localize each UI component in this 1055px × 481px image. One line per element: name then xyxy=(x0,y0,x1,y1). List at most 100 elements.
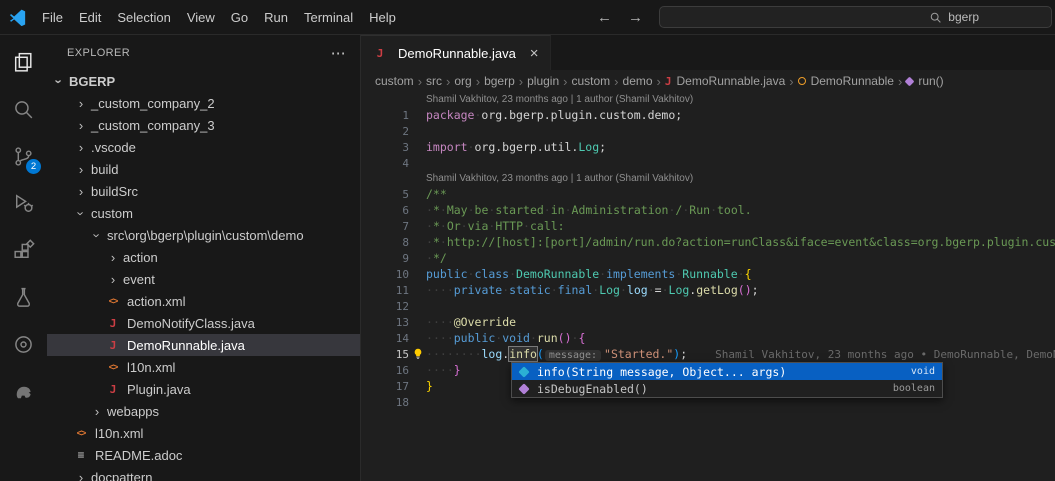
menu-go[interactable]: Go xyxy=(223,10,256,25)
activity-gradle[interactable] xyxy=(0,368,47,415)
chevron-right-icon[interactable]: › xyxy=(73,162,89,177)
more-actions-icon[interactable]: ⋯ xyxy=(331,44,346,62)
line-number[interactable]: 4 xyxy=(361,157,409,170)
explorer-item[interactable]: ›event xyxy=(47,268,360,290)
code-line[interactable]: 6·*·May·be·started·in·Administration·/·R… xyxy=(361,202,1055,218)
chevron-right-icon[interactable]: › xyxy=(105,250,121,265)
chevron-right-icon[interactable]: › xyxy=(73,96,89,111)
code-line[interactable]: 14····public·void·run()·{ xyxy=(361,330,1055,346)
back-arrow-icon[interactable]: ← xyxy=(597,9,612,26)
line-number[interactable]: 1 xyxy=(361,109,409,122)
code-editor[interactable]: Shamil Vakhitov, 23 months ago | 1 autho… xyxy=(361,92,1055,481)
code-line[interactable]: 5/** xyxy=(361,186,1055,202)
line-number[interactable]: 9 xyxy=(361,252,409,265)
breadcrumb-item[interactable]: custom xyxy=(375,74,414,88)
breadcrumb-item[interactable]: bgerp xyxy=(484,74,515,88)
line-number[interactable]: 18 xyxy=(361,396,409,409)
line-number[interactable]: 10 xyxy=(361,268,409,281)
line-number[interactable]: 8 xyxy=(361,236,409,249)
code-line[interactable]: 3import·org.bgerp.util.Log; xyxy=(361,139,1055,155)
codelens-annotation[interactable]: Shamil Vakhitov, 23 months ago | 1 autho… xyxy=(361,92,1055,107)
breadcrumb-item[interactable]: org xyxy=(454,74,471,88)
menu-terminal[interactable]: Terminal xyxy=(296,10,361,25)
code-line[interactable]: 8·*·http://[host]:[port]/admin/run.do?ac… xyxy=(361,234,1055,250)
code-line[interactable]: 4 xyxy=(361,155,1055,171)
line-number[interactable]: 6 xyxy=(361,204,409,217)
breadcrumb-item[interactable]: DemoRunnable xyxy=(798,74,894,88)
title-search-input[interactable]: bgerp xyxy=(659,6,1052,28)
breadcrumb-item[interactable]: JDemoRunnable.java xyxy=(665,74,785,88)
explorer-item[interactable]: ≡README.adoc xyxy=(47,444,360,466)
chevron-down-icon[interactable]: › xyxy=(52,73,67,89)
explorer-item[interactable]: <>action.xml xyxy=(47,290,360,312)
line-number[interactable]: 7 xyxy=(361,220,409,233)
menu-file[interactable]: File xyxy=(34,10,71,25)
code-line[interactable]: 7·*·Or·via·HTTP·call: xyxy=(361,218,1055,234)
code-line[interactable]: 9·*/ xyxy=(361,250,1055,266)
explorer-item[interactable]: ›custom xyxy=(47,202,360,224)
explorer-item[interactable]: JDemoNotifyClass.java xyxy=(47,312,360,334)
menu-edit[interactable]: Edit xyxy=(71,10,109,25)
menu-run[interactable]: Run xyxy=(256,10,296,25)
menu-help[interactable]: Help xyxy=(361,10,404,25)
line-number[interactable]: 16 xyxy=(361,364,409,377)
breadcrumb-item[interactable]: plugin xyxy=(527,74,559,88)
activity-search[interactable] xyxy=(0,86,47,133)
explorer-item[interactable]: ›_custom_company_3 xyxy=(47,114,360,136)
chevron-right-icon[interactable]: › xyxy=(73,184,89,199)
breadcrumb-item[interactable]: src xyxy=(426,74,442,88)
chevron-right-icon[interactable]: › xyxy=(89,404,105,419)
activity-explorer[interactable] xyxy=(0,39,47,86)
codelens-annotation[interactable]: Shamil Vakhitov, 23 months ago | 1 autho… xyxy=(361,171,1055,186)
code-line[interactable]: 13····@Override xyxy=(361,314,1055,330)
forward-arrow-icon[interactable]: → xyxy=(628,9,643,26)
explorer-item[interactable]: ›src\org\bgerp\plugin\custom\demo xyxy=(47,224,360,246)
code-line[interactable]: 15········log.info(message:"Started.");S… xyxy=(361,346,1055,362)
line-number[interactable]: 12 xyxy=(361,300,409,313)
activity-extensions[interactable] xyxy=(0,227,47,274)
close-tab-icon[interactable]: × xyxy=(530,45,539,62)
explorer-item[interactable]: JDemoRunnable.java xyxy=(47,334,360,356)
chevron-down-icon[interactable]: › xyxy=(74,205,89,221)
line-number[interactable]: 5 xyxy=(361,188,409,201)
code-line[interactable]: 10public·class·DemoRunnable·implements·R… xyxy=(361,266,1055,282)
line-number[interactable]: 14 xyxy=(361,332,409,345)
lightbulb-icon[interactable] xyxy=(412,348,424,360)
tab-demorunnable[interactable]: J DemoRunnable.java × xyxy=(361,35,551,70)
chevron-right-icon[interactable]: › xyxy=(73,140,89,155)
code-line[interactable]: 12 xyxy=(361,298,1055,314)
line-number[interactable]: 3 xyxy=(361,141,409,154)
suggest-item[interactable]: isDebugEnabled()boolean xyxy=(512,380,942,397)
activity-source-control[interactable]: 2 xyxy=(0,133,47,180)
explorer-root[interactable]: ›BGERP xyxy=(47,70,360,92)
chevron-right-icon[interactable]: › xyxy=(73,118,89,133)
line-number[interactable]: 2 xyxy=(361,125,409,138)
chevron-down-icon[interactable]: › xyxy=(90,227,105,243)
explorer-item[interactable]: ›buildSrc xyxy=(47,180,360,202)
explorer-item[interactable]: ›action xyxy=(47,246,360,268)
activity-testing[interactable] xyxy=(0,274,47,321)
code-line[interactable]: 11····private·static·final·Log·log·=·Log… xyxy=(361,282,1055,298)
suggest-item[interactable]: info(String message, Object... args)void xyxy=(512,363,942,380)
code-line[interactable]: 1package·org.bgerp.plugin.custom.demo; xyxy=(361,107,1055,123)
breadcrumb-item[interactable]: custom xyxy=(571,74,610,88)
breadcrumb-item[interactable]: demo xyxy=(623,74,653,88)
activity-run-and-debug[interactable] xyxy=(0,180,47,227)
explorer-item[interactable]: <>l10n.xml xyxy=(47,356,360,378)
chevron-right-icon[interactable]: › xyxy=(105,272,121,287)
explorer-item[interactable]: ›docpattern xyxy=(47,466,360,481)
explorer-item[interactable]: JPlugin.java xyxy=(47,378,360,400)
explorer-item[interactable]: ›_custom_company_2 xyxy=(47,92,360,114)
explorer-item[interactable]: ›build xyxy=(47,158,360,180)
menu-selection[interactable]: Selection xyxy=(109,10,178,25)
breadcrumb-item[interactable]: run() xyxy=(906,74,943,88)
explorer-item[interactable]: <>l10n.xml xyxy=(47,422,360,444)
code-line[interactable]: 2 xyxy=(361,123,1055,139)
line-number[interactable]: 17 xyxy=(361,380,409,393)
line-number[interactable]: 11 xyxy=(361,284,409,297)
line-number[interactable]: 13 xyxy=(361,316,409,329)
chevron-right-icon[interactable]: › xyxy=(73,470,89,481)
explorer-item[interactable]: ›.vscode xyxy=(47,136,360,158)
menu-view[interactable]: View xyxy=(179,10,223,25)
explorer-item[interactable]: ›webapps xyxy=(47,400,360,422)
